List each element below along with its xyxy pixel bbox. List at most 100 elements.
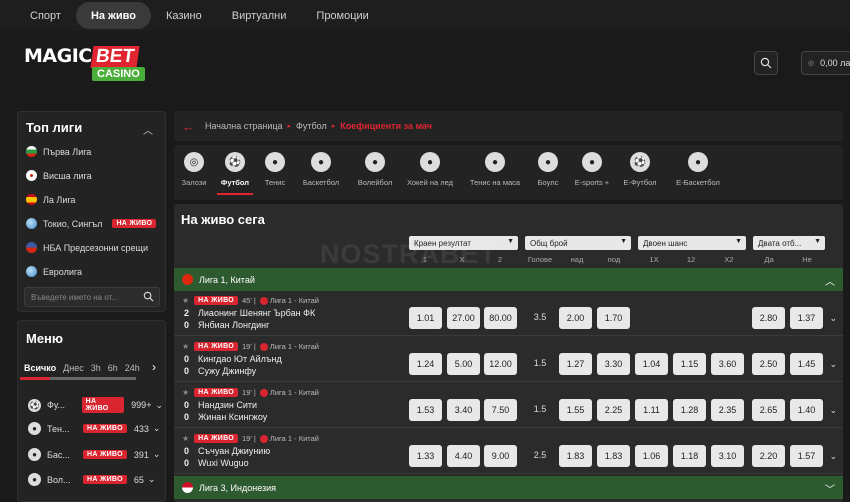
breadcrumb-home[interactable]: Начална страница <box>205 121 283 131</box>
odds-button[interactable]: 1.83 <box>559 445 592 467</box>
tab-24h[interactable]: 24h <box>125 363 140 373</box>
tab-3h[interactable]: 3h <box>91 363 101 373</box>
match-row[interactable]: ★ НА ЖИВО 19' | Лига 1 - Китай 0 Кингдао Ют … <box>174 337 843 382</box>
odds-button[interactable]: 1.83 <box>597 445 630 467</box>
menu-sport-football[interactable]: ⚽ Фу... НА ЖИВО 999+ ⌄ <box>28 397 163 413</box>
nav-casino[interactable]: Казино <box>151 2 217 29</box>
chevron-down-icon[interactable]: ﹀ <box>825 481 835 496</box>
odds-button[interactable]: 1.27 <box>559 353 592 375</box>
odds-button[interactable]: 1.06 <box>635 445 668 467</box>
tab-basketball[interactable]: ● Баскетбол <box>296 145 346 200</box>
nav-sport[interactable]: Спорт <box>15 2 76 29</box>
nav-virtual[interactable]: Виртуални <box>217 2 302 29</box>
odds-button[interactable]: 2.50 <box>752 353 785 375</box>
chevron-down-icon[interactable]: ⌄ <box>153 449 161 460</box>
menu-sport-basketball[interactable]: ● Бас... НА ЖИВО 391 ⌄ <box>28 448 163 461</box>
odds-button[interactable]: 1.45 <box>790 353 823 375</box>
league-item-tokyo-singles[interactable]: Токио, Сингъл НА ЖИВО <box>26 218 157 229</box>
odds-button[interactable]: 1.55 <box>559 399 592 421</box>
match-row[interactable]: ★ НА ЖИВО 19' | Лига 1 - Китай 0 Нандзин Сит… <box>174 383 843 428</box>
menu-sport-volleyball[interactable]: ● Вол... НА ЖИВО 65 ⌄ <box>28 473 163 486</box>
odds-button[interactable]: 1.15 <box>673 353 706 375</box>
odds-button[interactable]: 2.25 <box>597 399 630 421</box>
collapse-icon[interactable]: ︿ <box>143 122 153 137</box>
odds-button[interactable]: 2.80 <box>752 307 785 329</box>
odds-button[interactable]: 1.57 <box>790 445 823 467</box>
odds-button[interactable]: 3.40 <box>447 399 480 421</box>
odds-button[interactable]: 2.00 <box>559 307 592 329</box>
site-logo[interactable]: MAGIC BET CASINO <box>24 45 145 81</box>
league-item-premier-league[interactable]: Висша лига <box>26 170 92 181</box>
menu-sport-tennis[interactable]: ● Тен... НА ЖИВО 433 ⌄ <box>28 422 163 435</box>
chevron-down-icon[interactable]: ⌄ <box>153 423 161 434</box>
odds-button[interactable]: 1.11 <box>635 399 668 421</box>
chevron-up-icon[interactable]: ︿ <box>825 273 835 288</box>
search-button[interactable] <box>754 51 778 75</box>
league-item-euroleague[interactable]: Евролига <box>26 266 82 277</box>
chevron-down-icon[interactable]: ⌄ <box>829 451 837 462</box>
favorite-star-icon[interactable]: ★ <box>182 434 189 443</box>
market-select-btts[interactable]: Двата отб... ▼ <box>753 236 825 250</box>
tab-bets[interactable]: ◎ Залози <box>180 145 208 200</box>
league-header-china[interactable]: Лига 1, Китай ︿ <box>174 268 843 291</box>
odds-button[interactable]: 2.20 <box>752 445 785 467</box>
match-row[interactable]: ★ НА ЖИВО 45' | Лига 1 - Китай 2 Лиаонинг Ше… <box>174 291 843 336</box>
odds-button[interactable]: 1.70 <box>597 307 630 329</box>
odds-button[interactable]: 1.24 <box>409 353 442 375</box>
tab-football[interactable]: ⚽ Футбол <box>217 145 253 200</box>
favorite-star-icon[interactable]: ★ <box>182 296 189 305</box>
tabs-scrollbar[interactable] <box>20 377 136 380</box>
odds-button[interactable]: 1.28 <box>673 399 706 421</box>
tab-all[interactable]: Всичко <box>24 363 56 373</box>
match-row[interactable]: ★ НА ЖИВО 19' | Лига 1 - Китай 0 Съчуан Джиу… <box>174 429 843 474</box>
odds-button[interactable]: 1.18 <box>673 445 706 467</box>
chevron-right-icon[interactable]: › <box>152 360 156 374</box>
chevron-down-icon[interactable]: ⌄ <box>829 405 837 416</box>
tab-efootball[interactable]: ⚽ E-Футбол <box>620 145 660 200</box>
odds-button[interactable]: 1.01 <box>409 307 442 329</box>
tab-tennis[interactable]: ● Тенис <box>262 145 288 200</box>
league-item-purva-liga[interactable]: Първа Лига <box>26 146 91 157</box>
league-header-indonesia[interactable]: Лига 3, Индонезия ﹀ <box>174 476 843 499</box>
chevron-down-icon[interactable]: ⌄ <box>829 313 837 324</box>
league-item-la-liga[interactable]: Ла Лига <box>26 194 75 205</box>
tab-6h[interactable]: 6h <box>108 363 118 373</box>
chevron-down-icon[interactable]: ⌄ <box>829 359 837 370</box>
favorite-star-icon[interactable]: ★ <box>182 342 189 351</box>
back-arrow-icon[interactable]: ← <box>182 119 195 134</box>
market-select-total[interactable]: Общ брой ▼ <box>525 236 631 250</box>
odds-button[interactable]: 12.00 <box>484 353 517 375</box>
odds-button[interactable]: 2.65 <box>752 399 785 421</box>
odds-button[interactable]: 1.40 <box>790 399 823 421</box>
chevron-down-icon[interactable]: ⌄ <box>148 474 156 485</box>
nav-live[interactable]: На живо <box>75 2 151 29</box>
odds-button[interactable]: 4.40 <box>447 445 480 467</box>
odds-button[interactable]: 2.35 <box>711 399 744 421</box>
odds-button[interactable]: 80.00 <box>484 307 517 329</box>
league-item-nba-preseason[interactable]: НБА Предсезонни срещи <box>26 242 148 253</box>
odds-button[interactable]: 3.30 <box>597 353 630 375</box>
balance-button[interactable]: ◎ 0,00 ла <box>801 51 850 75</box>
chevron-down-icon[interactable]: ⌄ <box>155 400 163 411</box>
league-search-input[interactable]: Въведете името на от... <box>24 287 160 307</box>
tab-bowls[interactable]: ● Боулс <box>534 145 562 200</box>
nav-promotions[interactable]: Промоции <box>301 2 383 29</box>
odds-button[interactable]: 1.53 <box>409 399 442 421</box>
odds-button[interactable]: 1.33 <box>409 445 442 467</box>
favorite-star-icon[interactable]: ★ <box>182 388 189 397</box>
odds-button[interactable]: 9.00 <box>484 445 517 467</box>
odds-button[interactable]: 1.37 <box>790 307 823 329</box>
odds-button[interactable]: 27.00 <box>447 307 480 329</box>
odds-button[interactable]: 3.10 <box>711 445 744 467</box>
market-select-double-chance[interactable]: Двоен шанс ▼ <box>638 236 746 250</box>
tab-today[interactable]: Днес <box>63 363 84 373</box>
tab-ebasketball[interactable]: ● E-Баскетбол <box>671 145 725 200</box>
odds-button[interactable]: 5.00 <box>447 353 480 375</box>
tab-ice-hockey[interactable]: ● Хокей на лед <box>402 145 458 200</box>
tab-table-tennis[interactable]: ● Тенис на маса <box>466 145 524 200</box>
odds-button[interactable]: 1.04 <box>635 353 668 375</box>
tab-volleyball[interactable]: ● Волейбол <box>354 145 396 200</box>
tab-esports[interactable]: ● E-sports + <box>571 145 613 200</box>
odds-button[interactable]: 3.60 <box>711 353 744 375</box>
odds-button[interactable]: 7.50 <box>484 399 517 421</box>
